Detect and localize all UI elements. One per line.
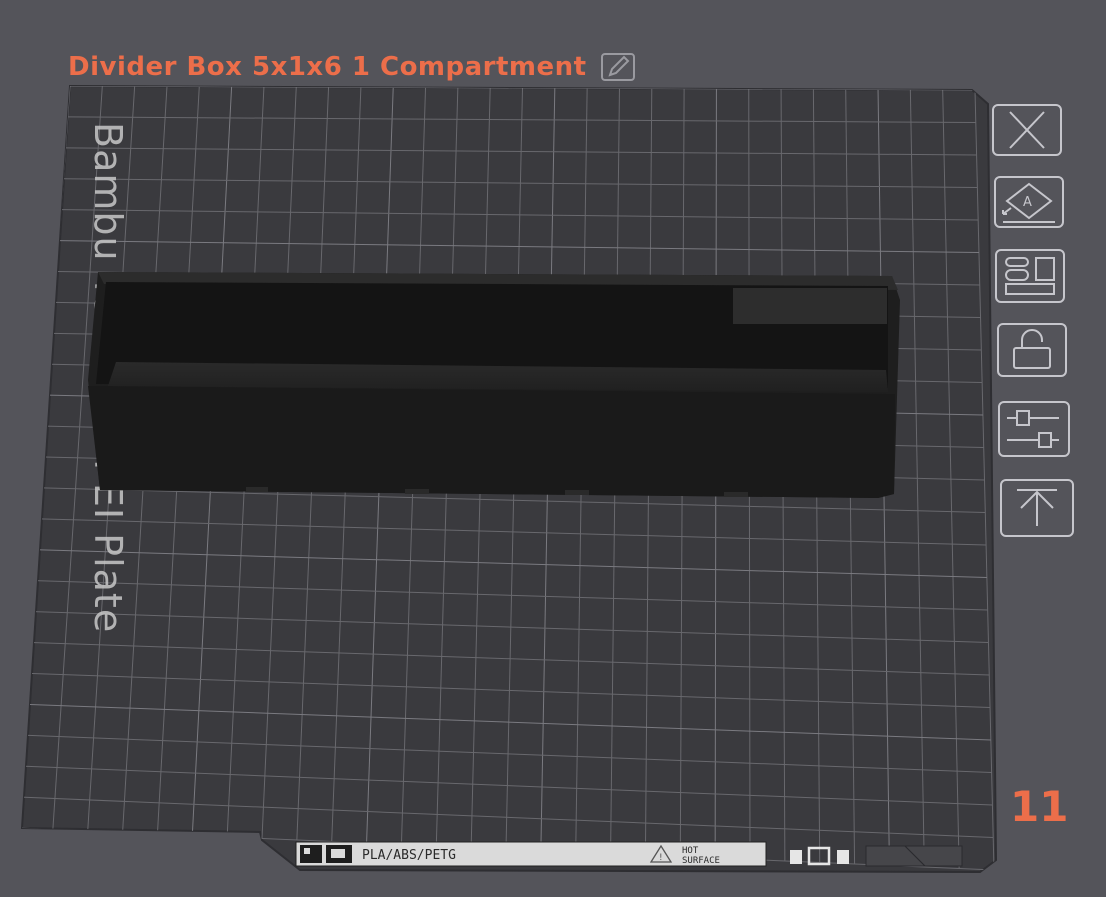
plate-number: 11 [1010, 782, 1069, 831]
auto-orient-button[interactable]: A [993, 176, 1067, 232]
sticker-surface: SURFACE [682, 856, 720, 866]
edit-icon[interactable] [600, 52, 637, 82]
sticker-materials: PLA/ABS/PETG [362, 848, 456, 863]
svg-text:!: ! [659, 853, 663, 863]
arrange-icon [995, 249, 1065, 303]
move-to-top-button[interactable] [999, 478, 1075, 540]
delete-plate-button[interactable] [992, 104, 1064, 158]
auto-orient-icon: A [994, 176, 1064, 228]
3d-viewport[interactable]: Bambu Textured PEI Plate PLA/ABS/PETG ! … [0, 0, 1106, 897]
lock-plate-button[interactable] [996, 322, 1070, 380]
lock-icon [997, 323, 1067, 377]
plate-title: Divider Box 5x1x6 1 Compartment [68, 52, 587, 82]
plate-settings-button[interactable] [997, 400, 1073, 460]
move-to-top-icon [1000, 479, 1074, 537]
svg-text:A: A [1023, 195, 1032, 210]
sticker-hot: HOT [682, 846, 699, 856]
plate-title-bar: Divider Box 5x1x6 1 Compartment [68, 52, 637, 82]
settings-sliders-icon [998, 401, 1070, 457]
model-divider-box[interactable] [88, 272, 900, 498]
close-icon [992, 104, 1062, 156]
arrange-button[interactable] [994, 248, 1068, 306]
qr-icon [300, 845, 322, 863]
